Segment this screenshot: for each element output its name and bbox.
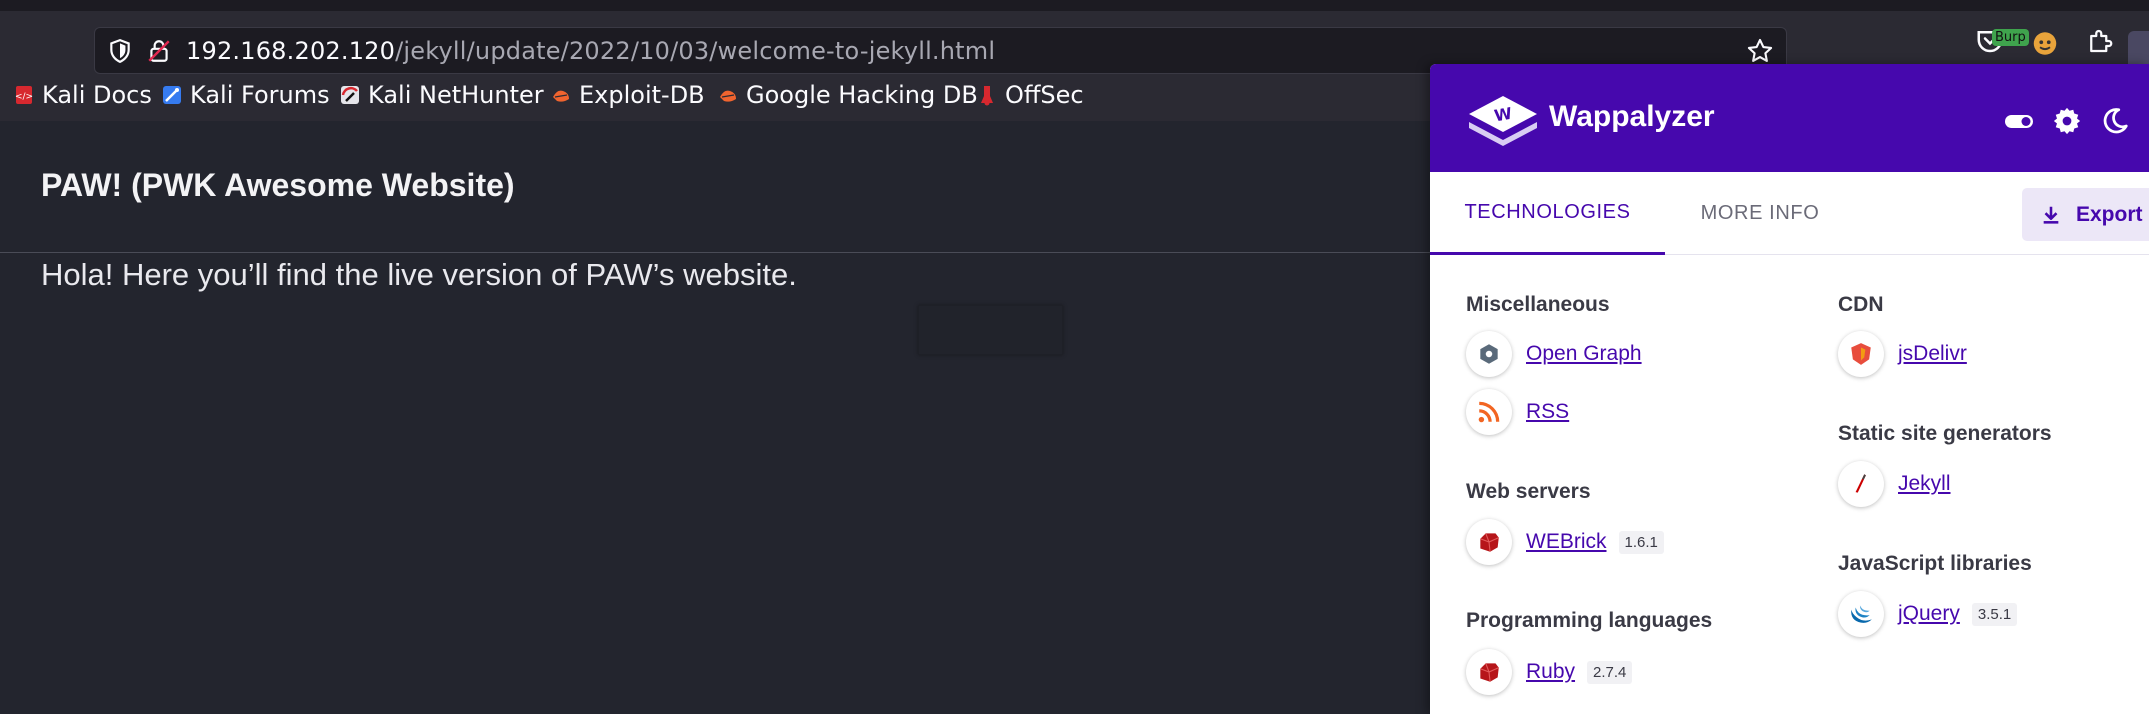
kali-docs-icon: </> [15, 86, 33, 104]
export-button[interactable]: Export [2022, 188, 2149, 241]
tech-version: 3.5.1 [1971, 602, 2018, 626]
category-programming-languages: Programming languages [1466, 609, 1713, 632]
wappalyzer-title: Wappalyzer [1549, 100, 1715, 133]
category-web-servers: Web servers [1466, 480, 1591, 503]
tech-version: 1.6.1 [1618, 530, 1664, 554]
burp-badge: Burp [1992, 29, 2029, 46]
bookmark-label: Exploit-DB [579, 81, 705, 109]
rss-icon [1478, 401, 1500, 423]
export-label: Export [2076, 202, 2143, 226]
jsdelivr-icon [1851, 343, 1871, 365]
offsec-icon [981, 86, 993, 106]
open-graph-icon [1480, 344, 1498, 364]
bookmark-label: OffSec [1005, 81, 1084, 109]
ghdb-icon [720, 90, 736, 102]
kali-nethunter-icon [341, 86, 359, 104]
tech-name[interactable]: WEBrick [1526, 530, 1607, 554]
insecure-lock-icon[interactable] [146, 38, 172, 64]
tab-more-info[interactable]: MORE INFO [1665, 172, 1855, 255]
header-divider [0, 252, 1430, 253]
tech-open-graph[interactable]: Open Graph [1466, 331, 1642, 377]
tech-name[interactable]: Open Graph [1526, 342, 1642, 366]
category-javascript-libraries: JavaScript libraries [1838, 552, 2032, 575]
url-host: 192.168.202.120 [186, 37, 396, 65]
tech-icon-wrapper [1838, 331, 1884, 377]
svg-text:W: W [1493, 104, 1514, 126]
bookmark-kali-nethunter[interactable]: Kali NetHunter [340, 81, 544, 109]
jekyll-icon [1855, 474, 1866, 493]
tech-jsdelivr[interactable]: jsDelivr [1838, 331, 1967, 377]
category-cdn: CDN [1838, 293, 1884, 316]
wappalyzer-popup: W Wappalyzer TECHNOLOGIES MORE INFO Expo… [1430, 64, 2149, 714]
window-top-strip [0, 0, 2149, 11]
tracking-protection-shield-icon[interactable] [107, 38, 133, 64]
tech-icon-wrapper [1838, 591, 1884, 637]
tech-icon-wrapper [1466, 389, 1512, 435]
bookmark-google-hacking-db[interactable]: Google Hacking DB [718, 81, 978, 109]
tech-webrick[interactable]: WEBrick 1.6.1 [1466, 519, 1664, 565]
tech-icon-wrapper [1466, 519, 1512, 565]
tech-name[interactable]: jsDelivr [1898, 342, 1967, 366]
extensions-puzzle-icon[interactable] [2085, 26, 2115, 56]
exploit-db-icon [553, 90, 569, 102]
tech-jquery[interactable]: jQuery 3.5.1 [1838, 591, 2018, 637]
tab-technologies[interactable]: TECHNOLOGIES [1430, 172, 1665, 255]
download-icon [2043, 206, 2059, 224]
svg-text:</>: </> [15, 92, 33, 102]
burp-extension-icon[interactable] [2030, 26, 2060, 56]
bookmark-kali-docs[interactable]: </> Kali Docs [14, 81, 152, 109]
tech-jekyll[interactable]: Jekyll [1838, 461, 1951, 507]
bookmark-kali-forums[interactable]: Kali Forums [162, 81, 330, 109]
bookmark-star-icon[interactable] [1746, 37, 1774, 65]
url-path: /jekyll/update/2022/10/03/welcome-to-jek… [395, 37, 996, 65]
bookmark-exploit-db[interactable]: Exploit-DB [551, 81, 705, 109]
tech-rss[interactable]: RSS [1466, 389, 1569, 435]
ruby-gem-icon [1480, 533, 1499, 552]
tech-ruby[interactable]: Ruby 2.7.4 [1466, 649, 1633, 695]
bookmark-label: Kali Docs [42, 81, 152, 109]
wappalyzer-header: W Wappalyzer [1430, 64, 2149, 172]
tech-icon-wrapper [1466, 331, 1512, 377]
tech-version: 2.7.4 [1587, 660, 1633, 684]
intro-text: Hola! Here you’ll find the live version … [41, 257, 797, 292]
page-viewport: PAW! (PWK Awesome Website) Hola! Here yo… [0, 121, 1430, 714]
tech-name[interactable]: RSS [1526, 400, 1569, 424]
toggle-switch-icon[interactable] [2004, 106, 2034, 136]
jquery-icon [1851, 605, 1872, 623]
theme-moon-icon[interactable] [2100, 106, 2130, 136]
bookmark-label: Kali NetHunter [368, 81, 544, 109]
bookmark-offsec[interactable]: OffSec [977, 81, 1084, 109]
wappalyzer-logo-icon: W [1469, 96, 1537, 146]
bookmark-label: Kali Forums [190, 81, 330, 109]
ruby-gem-icon [1480, 663, 1499, 682]
tech-name[interactable]: jQuery [1898, 602, 1960, 626]
kali-forums-icon [163, 86, 181, 104]
category-static-site-generators: Static site generators [1838, 422, 2052, 445]
tech-icon-wrapper [1466, 649, 1512, 695]
settings-gear-icon[interactable] [2052, 106, 2082, 136]
tech-name[interactable]: Jekyll [1898, 472, 1951, 496]
tech-name[interactable]: Ruby [1526, 660, 1575, 684]
category-miscellaneous: Miscellaneous [1466, 293, 1610, 316]
site-title[interactable]: PAW! (PWK Awesome Website) [41, 167, 515, 204]
tech-icon-wrapper [1838, 461, 1884, 507]
bookmark-label: Google Hacking DB [746, 81, 978, 109]
url-text[interactable]: 192.168.202.120/jekyll/update/2022/10/03… [186, 37, 995, 65]
empty-overlay-box [918, 305, 1063, 355]
wappalyzer-tabs: TECHNOLOGIES MORE INFO Export [1430, 172, 2149, 255]
